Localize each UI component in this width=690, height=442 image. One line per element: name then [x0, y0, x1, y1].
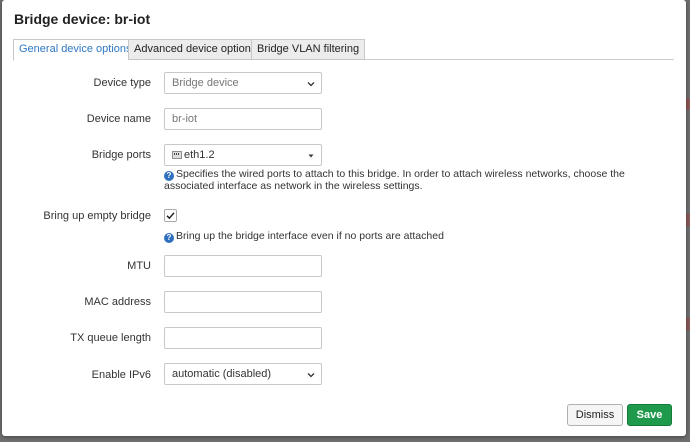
bring-up-empty-help-text: Bring up the bridge interface even if no…	[176, 230, 444, 242]
tx-queue-length-label: TX queue length	[70, 332, 151, 344]
device-name-value: br-iot	[172, 113, 198, 125]
enable-ipv6-value: automatic (disabled)	[172, 368, 272, 380]
save-button[interactable]: Save	[627, 404, 672, 426]
device-name-input[interactable]: br-iot	[164, 108, 322, 130]
tab-bar: General device options Advanced device o…	[13, 37, 674, 61]
device-type-select[interactable]: Bridge device	[164, 72, 322, 94]
bridge-ports-help-text: Specifies the wired ports to attach to t…	[164, 168, 625, 192]
device-type-value: Bridge device	[172, 77, 239, 89]
info-icon: ?	[164, 233, 174, 243]
bring-up-empty-checkbox[interactable]	[164, 209, 177, 222]
tab-advanced-device-options[interactable]: Advanced device options	[128, 39, 263, 60]
enable-ipv6-select[interactable]: automatic (disabled)	[164, 363, 322, 385]
enable-ipv6-label: Enable IPv6	[91, 369, 151, 381]
dialog-title: Bridge device: br-iot	[14, 11, 151, 27]
mtu-label: MTU	[127, 260, 151, 272]
bridge-ports-help: ? Specifies the wired ports to attach to …	[164, 169, 654, 192]
mac-address-label: MAC address	[84, 296, 151, 308]
mtu-input[interactable]	[164, 255, 322, 277]
bridge-ports-label: Bridge ports	[91, 149, 151, 161]
bridge-device-dialog: Bridge device: br-iot General device opt…	[2, 0, 686, 436]
mac-address-input[interactable]	[164, 291, 322, 313]
bridge-ports-value: eth1.2	[184, 149, 215, 161]
tab-bridge-vlan-filtering[interactable]: Bridge VLAN filtering	[251, 39, 366, 60]
ethernet-port-icon	[172, 151, 182, 159]
bring-up-empty-help: ? Bring up the bridge interface even if n…	[164, 231, 654, 243]
chevron-down-icon	[307, 373, 315, 378]
dismiss-button[interactable]: Dismiss	[567, 404, 623, 426]
device-type-label: Device type	[93, 77, 151, 89]
tab-general-device-options[interactable]: General device options	[13, 39, 138, 61]
chevron-down-icon	[307, 82, 315, 87]
bridge-ports-dropdown[interactable]: eth1.2	[164, 144, 322, 166]
bring-up-empty-label: Bring up empty bridge	[43, 210, 151, 222]
caret-down-icon	[308, 154, 314, 158]
device-name-label: Device name	[86, 113, 151, 125]
tx-queue-length-input[interactable]	[164, 327, 322, 349]
